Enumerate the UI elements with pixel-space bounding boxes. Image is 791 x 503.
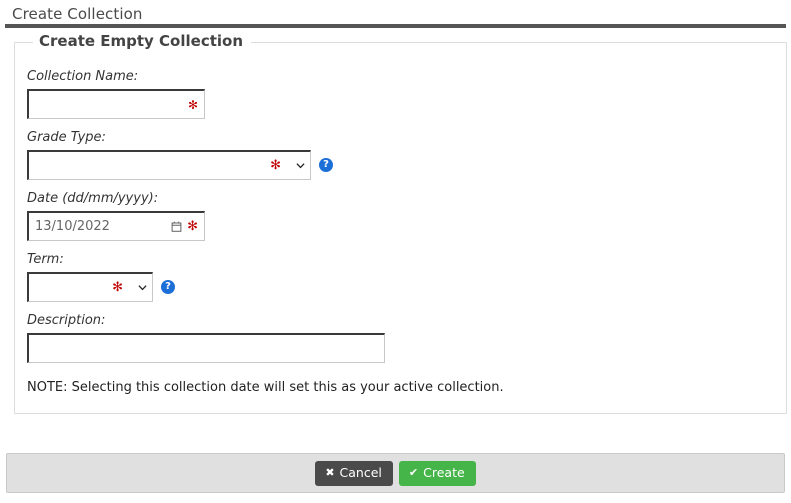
field-date: Date (dd/mm/yyyy): ✻ [27, 191, 786, 241]
collection-name-control: ✻ [27, 89, 786, 119]
grade-type-select-value[interactable] [29, 152, 310, 179]
close-icon: ✖ [325, 465, 335, 479]
page-title: Create Collection [12, 5, 143, 23]
cancel-button-label: Cancel [339, 464, 382, 480]
term-select[interactable]: ✻ [27, 272, 153, 302]
description-control [27, 333, 786, 363]
date-input[interactable] [29, 213, 204, 240]
field-grade-type: Grade Type: ✻ ? [27, 130, 786, 180]
create-empty-collection-panel: Create Empty Collection Collection Name:… [14, 32, 787, 414]
panel-legend: Create Empty Collection [33, 32, 252, 50]
collection-name-input-wrapper[interactable]: ✻ [27, 89, 205, 119]
description-input[interactable] [29, 335, 384, 362]
date-input-wrapper[interactable]: ✻ [27, 211, 205, 241]
collection-name-required-asterisk: ✻ [187, 97, 198, 112]
term-help-icon[interactable]: ? [161, 280, 175, 294]
create-button[interactable]: ✔ Create [398, 460, 476, 486]
form-action-bar: ✖ Cancel ✔ Create [6, 453, 785, 493]
term-control: ✻ ? [27, 272, 786, 302]
date-control: ✻ [27, 211, 786, 241]
grade-type-control: ✻ ? [27, 150, 786, 180]
field-collection-name: Collection Name: ✻ [27, 69, 786, 119]
field-term: Term: ✻ ? [27, 252, 786, 302]
collection-name-label: Collection Name: [27, 69, 139, 84]
field-description: Description: [27, 313, 786, 363]
collection-name-input[interactable] [29, 91, 204, 118]
title-divider [5, 24, 786, 28]
term-label: Term: [27, 252, 64, 267]
description-input-wrapper[interactable] [27, 333, 385, 363]
grade-type-help-icon[interactable]: ? [319, 158, 333, 172]
collection-note: NOTE: Selecting this collection date wil… [27, 380, 504, 395]
page-header: Create Collection [0, 0, 791, 23]
check-icon: ✔ [408, 465, 419, 479]
create-button-label: Create [423, 464, 465, 480]
date-label: Date (dd/mm/yyyy): [27, 191, 159, 206]
cancel-button[interactable]: ✖ Cancel [315, 460, 393, 486]
grade-type-select[interactable]: ✻ [27, 150, 311, 180]
term-select-value[interactable] [29, 274, 152, 301]
panel-body: Collection Name: ✻ Grade Type: ✻ ? Date … [15, 43, 786, 396]
grade-type-label: Grade Type: [27, 130, 106, 145]
description-label: Description: [27, 313, 106, 328]
